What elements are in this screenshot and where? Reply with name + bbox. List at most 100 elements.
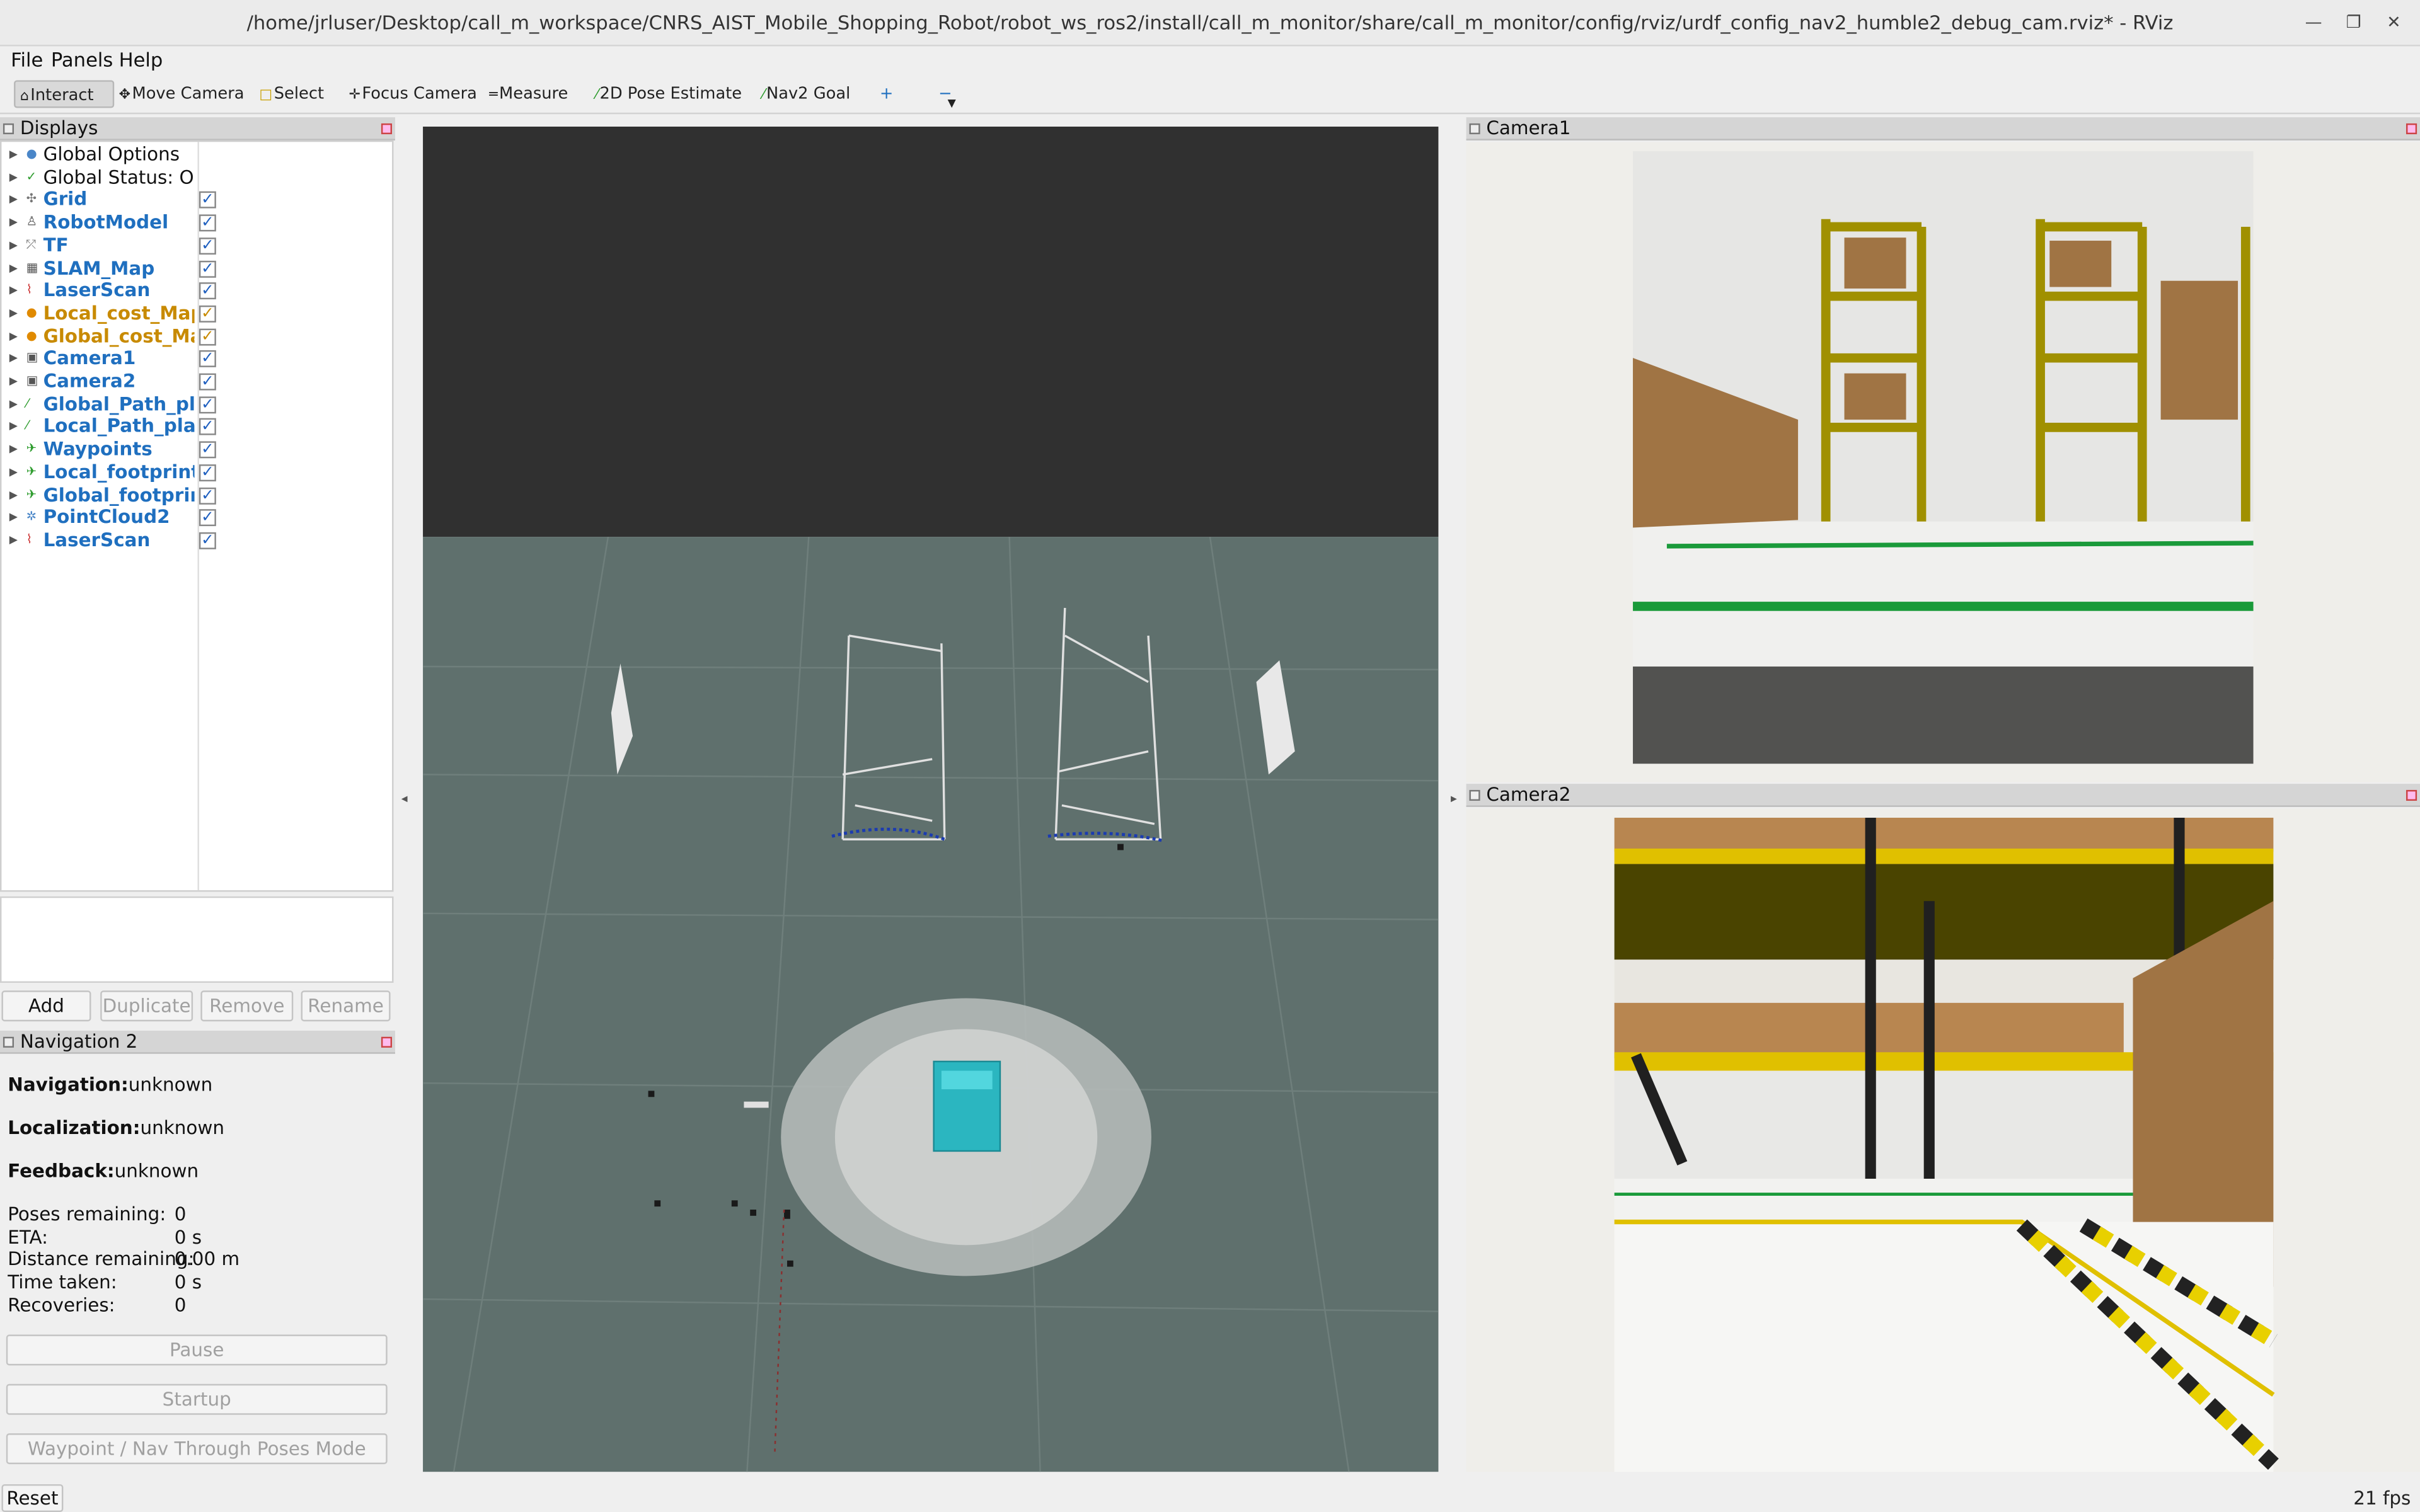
menu-help[interactable]: Help (119, 48, 163, 71)
display-row[interactable]: ▶ ▣ Camera2 ✓ (1, 370, 392, 393)
expand-arrow-icon[interactable]: ▶ (9, 144, 18, 166)
duplicate-display-button[interactable]: Duplicate (100, 990, 193, 1022)
close-icon[interactable]: ✕ (2380, 9, 2407, 37)
expand-arrow-icon[interactable]: ▶ (9, 348, 18, 370)
display-enabled-checkbox[interactable]: ✓ (199, 282, 216, 300)
display-enabled-checkbox[interactable]: ✓ (199, 237, 216, 255)
collapse-right-icon[interactable]: ▸ (1451, 791, 1457, 805)
box-d (2160, 280, 2238, 420)
display-enabled-checkbox[interactable]: ✓ (199, 441, 216, 459)
display-enabled-checkbox[interactable]: ✓ (199, 328, 216, 345)
display-row[interactable]: ▶ ⌇ LaserScan ✓ (1, 529, 392, 552)
restore-icon[interactable]: ❐ (2340, 9, 2368, 37)
expand-arrow-icon[interactable]: ▶ (9, 189, 18, 212)
nav2-goal-tool-button[interactable]: ⁄ Nav2 Goal (763, 80, 850, 108)
expand-arrow-icon[interactable]: ▶ (9, 507, 18, 529)
display-enabled-checkbox[interactable]: ✓ (199, 532, 216, 549)
displays-close-icon[interactable] (381, 123, 393, 135)
startup-button[interactable]: Startup (6, 1383, 388, 1415)
pose-estimate-tool-button[interactable]: ⁄ 2D Pose Estimate (596, 80, 742, 108)
waypoint-mode-button[interactable]: Waypoint / Nav Through Poses Mode (6, 1433, 388, 1465)
display-enabled-checkbox[interactable]: ✓ (199, 350, 216, 368)
expand-arrow-icon[interactable]: ▶ (9, 393, 18, 416)
select-tool-button[interactable]: □ Select (259, 80, 324, 108)
expand-arrow-icon[interactable]: ▶ (9, 416, 18, 438)
interact-tool-button[interactable]: ⌂ Interact (14, 80, 115, 108)
remove-display-button[interactable]: Remove (200, 990, 294, 1022)
tools-dropdown-icon[interactable]: ▼ (948, 89, 956, 117)
expand-arrow-icon[interactable]: ▶ (9, 484, 18, 507)
camera2-close-icon[interactable] (2406, 789, 2417, 801)
displays-panel-title: Displays (20, 117, 98, 139)
display-row[interactable]: ▶ ✣ Grid ✓ (1, 189, 392, 212)
menu-panels[interactable]: Panels (51, 48, 113, 71)
expand-arrow-icon[interactable]: ▶ (9, 212, 18, 234)
reset-button[interactable]: Reset (1, 1484, 64, 1512)
display-row[interactable]: ▶ ▣ Camera1 ✓ (1, 348, 392, 370)
expand-arrow-icon[interactable]: ▶ (9, 325, 18, 348)
display-row[interactable]: ▶ ⁄ Global_Path_pl...✓ (1, 393, 392, 416)
panel-float-icon[interactable] (1469, 123, 1480, 135)
expand-arrow-icon[interactable]: ▶ (9, 166, 18, 189)
navigation-close-icon[interactable] (381, 1036, 393, 1048)
poses-remaining-label: Poses remaining: (8, 1203, 166, 1225)
collapse-left-icon[interactable]: ◂ (401, 791, 408, 805)
panel-float-icon[interactable] (3, 1036, 14, 1048)
display-enabled-checkbox[interactable]: ✓ (199, 464, 216, 481)
display-row[interactable]: ▶ ✈ Waypoints ✓ (1, 438, 392, 461)
camera1-close-icon[interactable] (2406, 123, 2417, 135)
box-c (2049, 241, 2112, 287)
rename-display-button[interactable]: Rename (301, 990, 391, 1022)
box-a (1844, 238, 1906, 289)
camera2-panel-header: Camera2 (1466, 784, 2420, 807)
display-enabled-checkbox[interactable]: ✓ (199, 192, 216, 209)
expand-arrow-icon[interactable]: ▶ (9, 461, 18, 484)
expand-arrow-icon[interactable]: ▶ (9, 302, 18, 325)
floor-line-back (1666, 541, 2254, 549)
display-row[interactable]: ▶ ⁄ Local_Path_pla...✓ (1, 416, 392, 438)
display-row[interactable]: ▶ ● Global Options (1, 144, 392, 166)
display-enabled-checkbox[interactable]: ✓ (199, 373, 216, 391)
display-enabled-checkbox[interactable]: ✓ (199, 418, 216, 436)
display-enabled-checkbox[interactable]: ✓ (199, 214, 216, 232)
menu-file[interactable]: File (11, 48, 43, 71)
expand-arrow-icon[interactable]: ▶ (9, 257, 18, 280)
measure-tool-button[interactable]: ═ Measure (489, 80, 568, 108)
display-row[interactable]: ▶ ● Global_cost_Map✓ (1, 325, 392, 348)
display-row[interactable]: ▶ ⤱ TF ✓ (1, 234, 392, 257)
display-enabled-checkbox[interactable]: ✓ (199, 305, 216, 323)
display-enabled-checkbox[interactable]: ✓ (199, 396, 216, 413)
displays-tree[interactable]: ▶ ● Global Options ▶ ✓ Global Status: Ok ▶ ✣ Gri… (0, 140, 394, 892)
focus-camera-tool-button[interactable]: ✛ Focus Camera (349, 80, 476, 108)
display-enabled-checkbox[interactable]: ✓ (199, 509, 216, 527)
display-label: Camera1 (43, 347, 136, 370)
add-tool-button[interactable]: + (880, 80, 894, 108)
move-camera-tool-button[interactable]: ✥ Move Camera (119, 80, 245, 108)
display-row[interactable]: ▶ ✲ PointCloud2 ✓ (1, 507, 392, 529)
3d-viewport[interactable] (423, 126, 1439, 1472)
expand-arrow-icon[interactable]: ▶ (9, 280, 18, 302)
panel-float-icon[interactable] (1469, 789, 1480, 801)
minimize-icon[interactable]: — (2300, 9, 2327, 37)
add-display-button[interactable]: Add (1, 990, 91, 1022)
display-enabled-checkbox[interactable]: ✓ (199, 260, 216, 277)
recoveries-label: Recoveries: (8, 1294, 115, 1316)
camera1-view[interactable] (1466, 142, 2420, 782)
display-row[interactable]: ▶ ▦ SLAM_Map ✓ (1, 257, 392, 280)
display-row[interactable]: ▶ ✓ Global Status: Ok (1, 166, 392, 189)
pause-button[interactable]: Pause (6, 1334, 388, 1366)
display-row[interactable]: ▶ ● Local_cost_Map ✓ (1, 302, 392, 325)
display-enabled-checkbox[interactable]: ✓ (199, 486, 216, 504)
camera2-view[interactable] (1466, 808, 2420, 1472)
expand-arrow-icon[interactable]: ▶ (9, 529, 18, 552)
status-bar: Reset 21 fps (0, 1484, 2420, 1512)
display-row[interactable]: ▶ ⌇ LaserScan ✓ (1, 280, 392, 302)
expand-arrow-icon[interactable]: ▶ (9, 370, 18, 393)
panel-float-icon[interactable] (3, 123, 14, 135)
navigation-status: Navigation:unknown (8, 1074, 212, 1096)
display-row[interactable]: ▶ ✈ Global_footprint✓ (1, 484, 392, 507)
display-row[interactable]: ▶ ♙ RobotModel ✓ (1, 212, 392, 234)
expand-arrow-icon[interactable]: ▶ (9, 438, 18, 461)
display-row[interactable]: ▶ ✈ Local_footprint ✓ (1, 461, 392, 484)
expand-arrow-icon[interactable]: ▶ (9, 234, 18, 257)
